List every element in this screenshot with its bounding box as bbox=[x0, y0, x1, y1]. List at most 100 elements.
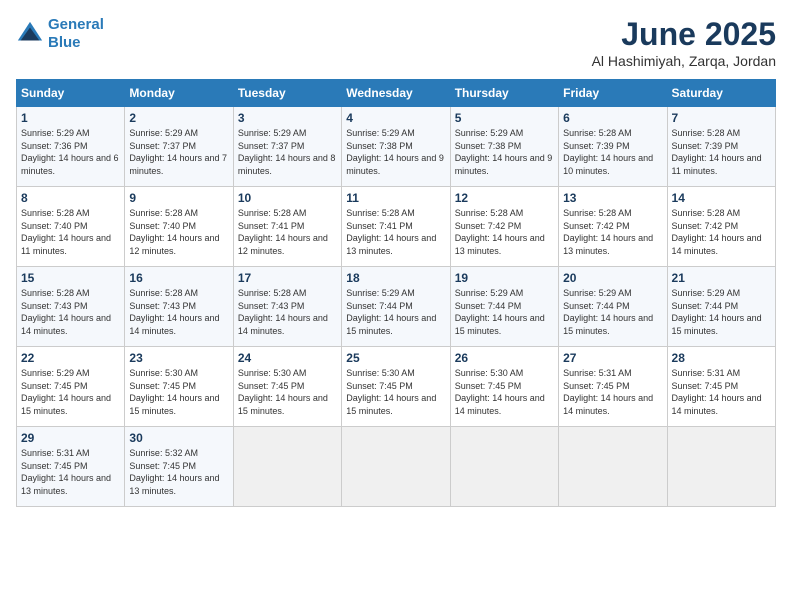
calendar-cell bbox=[342, 427, 450, 507]
header-day-friday: Friday bbox=[559, 80, 667, 107]
day-info: Sunrise: 5:29 AMSunset: 7:44 PMDaylight:… bbox=[563, 287, 662, 337]
day-info: Sunrise: 5:31 AMSunset: 7:45 PMDaylight:… bbox=[21, 447, 120, 497]
day-info: Sunrise: 5:29 AMSunset: 7:38 PMDaylight:… bbox=[346, 127, 445, 177]
calendar-cell: 28Sunrise: 5:31 AMSunset: 7:45 PMDayligh… bbox=[667, 347, 775, 427]
calendar-cell: 22 Sunrise: 5:29 AMSunset: 7:45 PMDayligh… bbox=[17, 347, 125, 427]
day-number: 20 bbox=[563, 271, 662, 285]
calendar-cell: 19Sunrise: 5:29 AMSunset: 7:44 PMDayligh… bbox=[450, 267, 558, 347]
header-day-wednesday: Wednesday bbox=[342, 80, 450, 107]
calendar-cell: 30Sunrise: 5:32 AMSunset: 7:45 PMDayligh… bbox=[125, 427, 233, 507]
header: General Blue June 2025 Al Hashimiyah, Za… bbox=[16, 16, 776, 69]
calendar-cell: 9 Sunrise: 5:28 AMSunset: 7:40 PMDaylight… bbox=[125, 187, 233, 267]
day-number: 14 bbox=[672, 191, 771, 205]
calendar-cell: 11Sunrise: 5:28 AMSunset: 7:41 PMDayligh… bbox=[342, 187, 450, 267]
calendar-cell: 8Sunrise: 5:28 AMSunset: 7:40 PMDaylight… bbox=[17, 187, 125, 267]
calendar-cell bbox=[233, 427, 341, 507]
day-info: Sunrise: 5:28 AMSunset: 7:39 PMDaylight:… bbox=[563, 127, 662, 177]
day-number: 13 bbox=[563, 191, 662, 205]
day-info: Sunrise: 5:29 AMSunset: 7:44 PMDaylight:… bbox=[455, 287, 554, 337]
day-number: 24 bbox=[238, 351, 337, 365]
calendar-week-row: 22 Sunrise: 5:29 AMSunset: 7:45 PMDayligh… bbox=[17, 347, 776, 427]
day-info: Sunrise: 5:31 AMSunset: 7:45 PMDaylight:… bbox=[672, 367, 771, 417]
calendar-cell: 24 Sunrise: 5:30 AMSunset: 7:45 PMDayligh… bbox=[233, 347, 341, 427]
calendar-cell: 16 Sunrise: 5:28 AMSunset: 7:43 PMDayligh… bbox=[125, 267, 233, 347]
calendar-cell: 4 Sunrise: 5:29 AMSunset: 7:38 PMDaylight… bbox=[342, 107, 450, 187]
calendar-week-row: 29 Sunrise: 5:31 AMSunset: 7:45 PMDayligh… bbox=[17, 427, 776, 507]
day-number: 26 bbox=[455, 351, 554, 365]
day-number: 22 bbox=[21, 351, 120, 365]
header-day-saturday: Saturday bbox=[667, 80, 775, 107]
day-number: 6 bbox=[563, 111, 662, 125]
calendar-title: June 2025 bbox=[592, 16, 776, 53]
day-info: Sunrise: 5:31 AMSunset: 7:45 PMDaylight:… bbox=[563, 367, 662, 417]
header-day-thursday: Thursday bbox=[450, 80, 558, 107]
day-info: Sunrise: 5:30 AMSunset: 7:45 PMDaylight:… bbox=[238, 367, 337, 417]
day-number: 5 bbox=[455, 111, 554, 125]
day-number: 15 bbox=[21, 271, 120, 285]
calendar-cell: 6 Sunrise: 5:28 AMSunset: 7:39 PMDaylight… bbox=[559, 107, 667, 187]
calendar-cell: 7 Sunrise: 5:28 AMSunset: 7:39 PMDaylight… bbox=[667, 107, 775, 187]
day-number: 9 bbox=[129, 191, 228, 205]
day-info: Sunrise: 5:28 AMSunset: 7:39 PMDaylight:… bbox=[672, 127, 771, 177]
day-number: 12 bbox=[455, 191, 554, 205]
day-number: 7 bbox=[672, 111, 771, 125]
logo: General Blue bbox=[16, 16, 104, 52]
day-number: 1 bbox=[21, 111, 120, 125]
day-number: 29 bbox=[21, 431, 120, 445]
calendar-cell: 2 Sunrise: 5:29 AMSunset: 7:37 PMDaylight… bbox=[125, 107, 233, 187]
header-day-tuesday: Tuesday bbox=[233, 80, 341, 107]
calendar-cell: 17 Sunrise: 5:28 AMSunset: 7:43 PMDayligh… bbox=[233, 267, 341, 347]
calendar-cell: 21Sunrise: 5:29 AMSunset: 7:44 PMDayligh… bbox=[667, 267, 775, 347]
day-number: 10 bbox=[238, 191, 337, 205]
day-info: Sunrise: 5:29 AMSunset: 7:45 PMDaylight:… bbox=[21, 367, 120, 417]
calendar-cell: 12 Sunrise: 5:28 AMSunset: 7:42 PMDayligh… bbox=[450, 187, 558, 267]
day-number: 30 bbox=[129, 431, 228, 445]
header-day-monday: Monday bbox=[125, 80, 233, 107]
calendar-cell: 25 Sunrise: 5:30 AMSunset: 7:45 PMDayligh… bbox=[342, 347, 450, 427]
logo-text: General Blue bbox=[48, 16, 104, 52]
calendar-week-row: 1 Sunrise: 5:29 AMSunset: 7:36 PMDaylight… bbox=[17, 107, 776, 187]
day-info: Sunrise: 5:29 AMSunset: 7:37 PMDaylight:… bbox=[129, 127, 228, 177]
day-info: Sunrise: 5:28 AMSunset: 7:42 PMDaylight:… bbox=[455, 207, 554, 257]
day-number: 18 bbox=[346, 271, 445, 285]
day-number: 23 bbox=[129, 351, 228, 365]
day-info: Sunrise: 5:28 AMSunset: 7:43 PMDaylight:… bbox=[129, 287, 228, 337]
calendar-table: SundayMondayTuesdayWednesdayThursdayFrid… bbox=[16, 79, 776, 507]
day-info: Sunrise: 5:30 AMSunset: 7:45 PMDaylight:… bbox=[455, 367, 554, 417]
calendar-cell: 23Sunrise: 5:30 AMSunset: 7:45 PMDayligh… bbox=[125, 347, 233, 427]
header-day-sunday: Sunday bbox=[17, 80, 125, 107]
day-info: Sunrise: 5:28 AMSunset: 7:40 PMDaylight:… bbox=[129, 207, 228, 257]
calendar-cell: 26 Sunrise: 5:30 AMSunset: 7:45 PMDayligh… bbox=[450, 347, 558, 427]
day-info: Sunrise: 5:29 AMSunset: 7:36 PMDaylight:… bbox=[21, 127, 120, 177]
day-info: Sunrise: 5:28 AMSunset: 7:42 PMDaylight:… bbox=[563, 207, 662, 257]
day-info: Sunrise: 5:28 AMSunset: 7:41 PMDaylight:… bbox=[238, 207, 337, 257]
day-info: Sunrise: 5:28 AMSunset: 7:42 PMDaylight:… bbox=[672, 207, 771, 257]
day-number: 3 bbox=[238, 111, 337, 125]
calendar-header-row: SundayMondayTuesdayWednesdayThursdayFrid… bbox=[17, 80, 776, 107]
calendar-cell: 3 Sunrise: 5:29 AMSunset: 7:37 PMDaylight… bbox=[233, 107, 341, 187]
calendar-subtitle: Al Hashimiyah, Zarqa, Jordan bbox=[592, 53, 776, 69]
day-info: Sunrise: 5:29 AMSunset: 7:38 PMDaylight:… bbox=[455, 127, 554, 177]
calendar-cell bbox=[559, 427, 667, 507]
calendar-cell: 10 Sunrise: 5:28 AMSunset: 7:41 PMDayligh… bbox=[233, 187, 341, 267]
day-number: 17 bbox=[238, 271, 337, 285]
calendar-week-row: 15 Sunrise: 5:28 AMSunset: 7:43 PMDayligh… bbox=[17, 267, 776, 347]
calendar-week-row: 8Sunrise: 5:28 AMSunset: 7:40 PMDaylight… bbox=[17, 187, 776, 267]
calendar-cell bbox=[450, 427, 558, 507]
calendar-cell: 5 Sunrise: 5:29 AMSunset: 7:38 PMDaylight… bbox=[450, 107, 558, 187]
day-number: 25 bbox=[346, 351, 445, 365]
day-info: Sunrise: 5:30 AMSunset: 7:45 PMDaylight:… bbox=[346, 367, 445, 417]
day-number: 11 bbox=[346, 191, 445, 205]
day-info: Sunrise: 5:28 AMSunset: 7:43 PMDaylight:… bbox=[238, 287, 337, 337]
calendar-cell: 29 Sunrise: 5:31 AMSunset: 7:45 PMDayligh… bbox=[17, 427, 125, 507]
day-number: 2 bbox=[129, 111, 228, 125]
calendar-cell: 1 Sunrise: 5:29 AMSunset: 7:36 PMDaylight… bbox=[17, 107, 125, 187]
day-info: Sunrise: 5:29 AMSunset: 7:37 PMDaylight:… bbox=[238, 127, 337, 177]
calendar-cell: 15 Sunrise: 5:28 AMSunset: 7:43 PMDayligh… bbox=[17, 267, 125, 347]
calendar-cell: 13 Sunrise: 5:28 AMSunset: 7:42 PMDayligh… bbox=[559, 187, 667, 267]
calendar-cell bbox=[667, 427, 775, 507]
day-number: 16 bbox=[129, 271, 228, 285]
day-number: 4 bbox=[346, 111, 445, 125]
calendar-cell: 20 Sunrise: 5:29 AMSunset: 7:44 PMDayligh… bbox=[559, 267, 667, 347]
day-info: Sunrise: 5:28 AMSunset: 7:43 PMDaylight:… bbox=[21, 287, 120, 337]
